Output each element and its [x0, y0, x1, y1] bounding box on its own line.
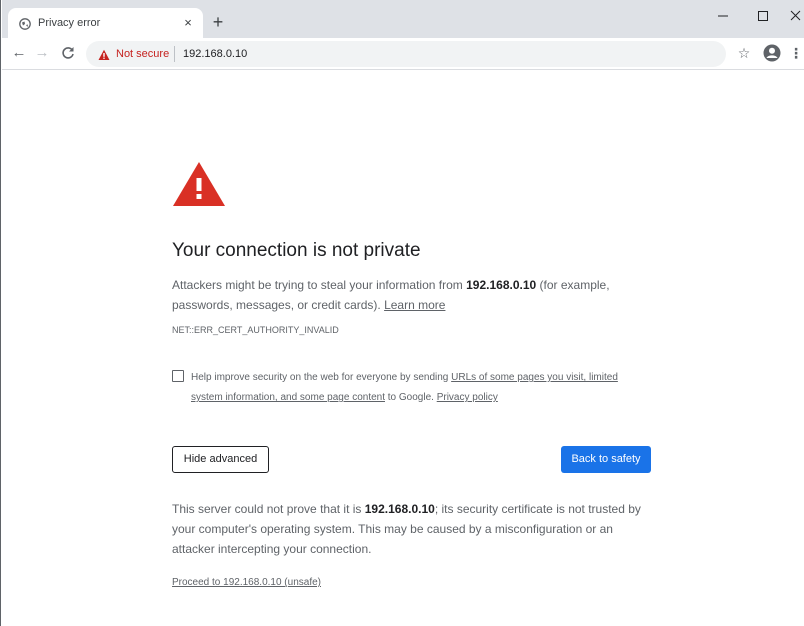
- details-host: 192.168.0.10: [364, 502, 435, 516]
- window-close-icon[interactable]: [778, 4, 804, 28]
- details-prefix: This server could not prove that it is: [172, 502, 365, 516]
- tab-strip: Privacy error × +: [2, 0, 804, 38]
- address-bar-divider: [174, 46, 175, 62]
- privacy-policy-link[interactable]: Privacy policy: [437, 392, 498, 403]
- back-arrow-icon[interactable]: ←: [8, 42, 30, 64]
- help-improve-checkbox[interactable]: [172, 370, 184, 382]
- reload-icon[interactable]: [57, 42, 79, 64]
- not-secure-warning-icon[interactable]: [98, 48, 110, 60]
- proceed-unsafe-link[interactable]: Proceed to 192.168.0.10 (unsafe): [172, 576, 321, 590]
- details-text: This server could not prove that it is 1…: [172, 499, 652, 559]
- address-bar[interactable]: Not secure 192.168.0.10: [86, 41, 726, 67]
- tab-privacy-error[interactable]: Privacy error ×: [8, 8, 203, 38]
- browser-window: Privacy error × + ← → Not secure 192.168…: [0, 0, 804, 626]
- url-text[interactable]: 192.168.0.10: [183, 47, 247, 61]
- hide-advanced-button[interactable]: Hide advanced: [172, 446, 269, 473]
- error-code[interactable]: NET::ERR_CERT_AUTHORITY_INVALID: [172, 324, 339, 336]
- red-warning-triangle-icon: [172, 161, 226, 207]
- tab-title: Privacy error: [38, 17, 101, 29]
- optin-middle: to Google.: [385, 392, 437, 403]
- explanation-text: Attackers might be trying to steal your …: [172, 275, 642, 315]
- bookmark-star-icon[interactable]: ☆: [733, 42, 755, 64]
- explanation-host: 192.168.0.10: [466, 278, 537, 292]
- security-status-label[interactable]: Not secure: [116, 47, 169, 61]
- help-improve-text: Help improve security on the web for eve…: [191, 368, 651, 408]
- learn-more-link[interactable]: Learn more: [384, 298, 445, 312]
- tab-close-icon[interactable]: ×: [180, 15, 196, 31]
- globe-icon: [19, 17, 31, 30]
- back-to-safety-button[interactable]: Back to safety: [561, 446, 651, 473]
- forward-arrow-icon[interactable]: →: [31, 42, 53, 64]
- new-tab-plus-icon[interactable]: +: [209, 13, 227, 31]
- explanation-prefix: Attackers might be trying to steal your …: [172, 278, 467, 292]
- browser-menu-icon[interactable]: ⋮: [789, 42, 803, 64]
- page-title: Your connection is not private: [172, 240, 421, 261]
- window-maximize-icon[interactable]: [746, 4, 780, 28]
- interstitial-page: Your connection is not private Attackers…: [2, 71, 804, 626]
- optin-prefix: Help improve security on the web for eve…: [191, 372, 452, 383]
- window-minimize-icon[interactable]: [706, 4, 740, 28]
- profile-avatar-icon[interactable]: [762, 43, 782, 63]
- browser-toolbar: ← → Not secure 192.168.0.10 ☆ ⋮: [2, 38, 804, 70]
